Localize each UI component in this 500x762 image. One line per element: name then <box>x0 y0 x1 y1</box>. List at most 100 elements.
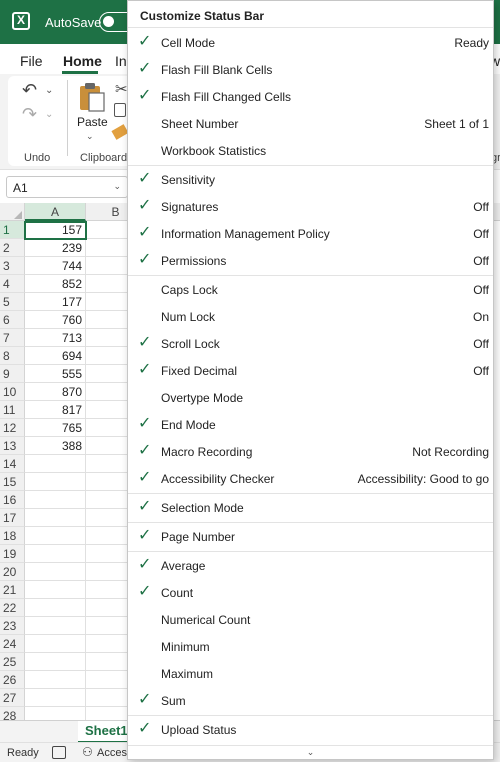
row-header[interactable]: 23 <box>0 617 25 635</box>
tab-home[interactable]: Home <box>63 53 102 69</box>
menu-item[interactable]: Minimum <box>128 633 493 660</box>
cell-a[interactable]: 177 <box>25 293 86 311</box>
cell-a[interactable]: 555 <box>25 365 86 383</box>
paste-dropdown-icon[interactable]: ⌄ <box>86 131 94 142</box>
cell-a[interactable] <box>25 653 86 671</box>
menu-item[interactable]: ✓ Count <box>128 579 493 606</box>
menu-item[interactable]: Workbook Statistics <box>128 137 493 164</box>
row-header[interactable]: 27 <box>0 689 25 707</box>
cell-a[interactable]: 852 <box>25 275 86 293</box>
cell-a[interactable]: 694 <box>25 347 86 365</box>
row-header[interactable]: 7 <box>0 329 25 347</box>
menu-item[interactable]: ✓ Average <box>128 552 493 579</box>
menu-item[interactable]: ✓ Sensitivity <box>128 166 493 193</box>
menu-item[interactable]: ✓ Cell Mode Ready <box>128 29 493 56</box>
tab-file[interactable]: File <box>20 53 43 69</box>
redo-icon[interactable]: ↷ <box>22 104 37 125</box>
row-header[interactable]: 17 <box>0 509 25 527</box>
cut-icon[interactable]: ✂ <box>115 80 128 98</box>
menu-item[interactable]: Sheet Number Sheet 1 of 1 <box>128 110 493 137</box>
menu-item[interactable]: ✓ Accessibility Checker Accessibility: Goo… <box>128 465 493 492</box>
menu-item[interactable]: Maximum <box>128 660 493 687</box>
row-header[interactable]: 25 <box>0 653 25 671</box>
menu-item[interactable]: ✓ Permissions Off <box>128 247 493 274</box>
macro-recording-icon[interactable] <box>52 746 66 759</box>
row-header[interactable]: 8 <box>0 347 25 365</box>
menu-item[interactable]: ✓ Sum <box>128 687 493 714</box>
menu-item[interactable]: Caps Lock Off <box>128 276 493 303</box>
cell-a[interactable]: 388 <box>25 437 86 455</box>
row-header[interactable]: 15 <box>0 473 25 491</box>
cell-a[interactable] <box>25 527 86 545</box>
accessibility-icon[interactable]: ⚇ <box>82 745 93 759</box>
row-header[interactable]: 14 <box>0 455 25 473</box>
menu-item[interactable]: ✓ Information Management Policy Off <box>128 220 493 247</box>
menu-item[interactable]: ✓ Upload Status <box>128 716 493 743</box>
row-header[interactable]: 18 <box>0 527 25 545</box>
row-header[interactable]: 13 <box>0 437 25 455</box>
cell-a[interactable] <box>25 545 86 563</box>
row-header[interactable]: 2 <box>0 239 25 257</box>
cell-a[interactable] <box>25 455 86 473</box>
undo-icon[interactable]: ↶ <box>22 80 37 101</box>
row-header[interactable]: 19 <box>0 545 25 563</box>
menu-item[interactable]: ✓ Fixed Decimal Off <box>128 357 493 384</box>
cell-a[interactable]: 713 <box>25 329 86 347</box>
row-header[interactable]: 20 <box>0 563 25 581</box>
cell-a[interactable]: 765 <box>25 419 86 437</box>
row-header[interactable]: 6 <box>0 311 25 329</box>
row-header[interactable]: 22 <box>0 599 25 617</box>
paste-label[interactable]: Paste <box>77 115 108 129</box>
row-header[interactable]: 9 <box>0 365 25 383</box>
menu-item[interactable]: ✓ Flash Fill Changed Cells <box>128 83 493 110</box>
cell-a[interactable]: 760 <box>25 311 86 329</box>
menu-item[interactable]: Overtype Mode <box>128 384 493 411</box>
menu-item[interactable]: ✓ Flash Fill Blank Cells <box>128 56 493 83</box>
cell-a[interactable] <box>25 635 86 653</box>
menu-item[interactable]: ✓ Macro Recording Not Recording <box>128 438 493 465</box>
row-header[interactable]: 10 <box>0 383 25 401</box>
row-header[interactable]: 24 <box>0 635 25 653</box>
cell-a[interactable] <box>25 689 86 707</box>
menu-item[interactable]: Num Lock On <box>128 303 493 330</box>
name-box[interactable]: A1 ⌄ <box>6 176 128 198</box>
cell-a[interactable] <box>25 581 86 599</box>
chevron-down-icon[interactable]: ⌄ <box>113 181 121 192</box>
column-header-a[interactable]: A <box>25 203 86 221</box>
row-header[interactable]: 16 <box>0 491 25 509</box>
row-header[interactable]: 21 <box>0 581 25 599</box>
cell-a[interactable] <box>25 671 86 689</box>
cell-a[interactable]: 744 <box>25 257 86 275</box>
row-header[interactable]: 4 <box>0 275 25 293</box>
cell-a[interactable] <box>25 599 86 617</box>
cell-a[interactable]: 239 <box>25 239 86 257</box>
cell-a[interactable] <box>25 563 86 581</box>
cell-a[interactable] <box>25 509 86 527</box>
undo-dropdown-icon[interactable]: ⌄ <box>45 85 53 96</box>
copy-icon[interactable] <box>114 103 126 117</box>
scroll-down-chevron-icon[interactable]: ⌄ <box>128 745 493 759</box>
tab-insert[interactable]: In <box>115 53 127 69</box>
row-header[interactable]: 1 <box>0 221 25 239</box>
select-all-corner[interactable] <box>0 203 25 221</box>
cell-a[interactable] <box>25 491 86 509</box>
row-header[interactable]: 26 <box>0 671 25 689</box>
menu-item[interactable]: ✓ Scroll Lock Off <box>128 330 493 357</box>
paste-icon[interactable] <box>78 82 106 112</box>
sheet-tab[interactable]: Sheet1 <box>78 721 130 743</box>
cell-a[interactable]: 817 <box>25 401 86 419</box>
menu-item[interactable]: ✓ Selection Mode <box>128 494 493 521</box>
row-header[interactable]: 5 <box>0 293 25 311</box>
cell-a[interactable] <box>25 617 86 635</box>
menu-item-value: Off <box>473 364 489 378</box>
cell-a[interactable] <box>25 473 86 491</box>
menu-item[interactable]: ✓ Signatures Off <box>128 193 493 220</box>
cell-a[interactable]: 870 <box>25 383 86 401</box>
redo-dropdown-icon[interactable]: ⌄ <box>45 109 53 120</box>
menu-item[interactable]: ✓ End Mode <box>128 411 493 438</box>
menu-item[interactable]: ✓ Page Number <box>128 523 493 550</box>
row-header[interactable]: 11 <box>0 401 25 419</box>
row-header[interactable]: 12 <box>0 419 25 437</box>
menu-item[interactable]: Numerical Count <box>128 606 493 633</box>
row-header[interactable]: 3 <box>0 257 25 275</box>
